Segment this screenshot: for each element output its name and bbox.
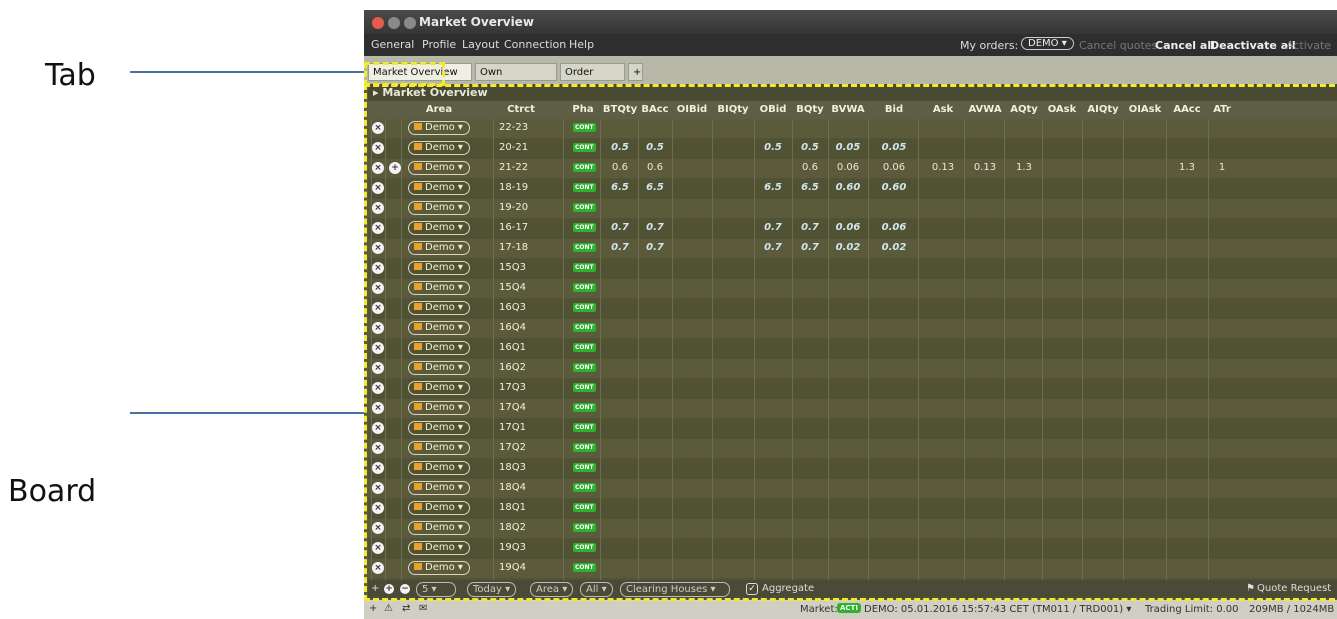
tab-own-overview[interactable]: Own Overview [475, 63, 557, 95]
minimize-window-button[interactable] [388, 17, 400, 29]
add-tab-button[interactable]: + [628, 63, 643, 81]
cancel-all-button[interactable]: Cancel all [1155, 39, 1215, 52]
market-label: Market: [800, 604, 838, 615]
menu-connection[interactable]: Connection [504, 38, 566, 51]
tab-order-entry[interactable]: Order Entry [560, 63, 625, 95]
tab-callout-line [130, 71, 364, 73]
tab-strip: Market Overview × Own Overview Order Ent… [364, 56, 1337, 95]
my-orders-label: My orders: [960, 39, 1019, 52]
orders-account-select[interactable]: DEMO ▾ [1021, 37, 1074, 50]
deactivate-all-button[interactable]: Deactivate all [1210, 39, 1296, 52]
alert-icon[interactable]: ⚠ [384, 603, 393, 614]
cancel-quotes-button[interactable]: Cancel quotes [1079, 39, 1157, 52]
add-icon[interactable]: + [369, 603, 377, 614]
transfer-icon[interactable]: ⇄ [402, 603, 410, 614]
memory-usage: 209MB / 1024MB [1249, 604, 1335, 615]
window-title: Market Overview [419, 15, 534, 29]
menu-help[interactable]: Help [569, 38, 594, 51]
board-callout-label: Board [8, 474, 97, 509]
message-icon[interactable]: ✉ [419, 603, 427, 614]
board-callout-line [130, 412, 364, 414]
menu-general[interactable]: General [371, 38, 414, 51]
menu-profile[interactable]: Profile [422, 38, 456, 51]
close-window-button[interactable] [372, 17, 384, 29]
title-bar: Market Overview [364, 10, 1337, 34]
app-window: Market Overview General Profile Layout C… [364, 10, 1337, 619]
market-info[interactable]: DEMO: 05.01.2016 15:57:43 CET (TM011 / T… [864, 604, 1131, 615]
menu-layout[interactable]: Layout [462, 38, 499, 51]
tab-highlight-frame [364, 62, 445, 86]
status-bar: + ⚠ ⇄ ✉ Market: ACTI DEMO: 05.01.2016 15… [364, 600, 1337, 619]
board-highlight-frame [364, 84, 1337, 601]
menu-bar: General Profile Layout Connection Help M… [364, 34, 1337, 65]
zoom-window-button[interactable] [404, 17, 416, 29]
tab-callout-label: Tab [45, 58, 96, 93]
market-state-badge: ACTI [837, 603, 861, 613]
trading-limit: Trading Limit: 0.00 [1145, 604, 1239, 615]
